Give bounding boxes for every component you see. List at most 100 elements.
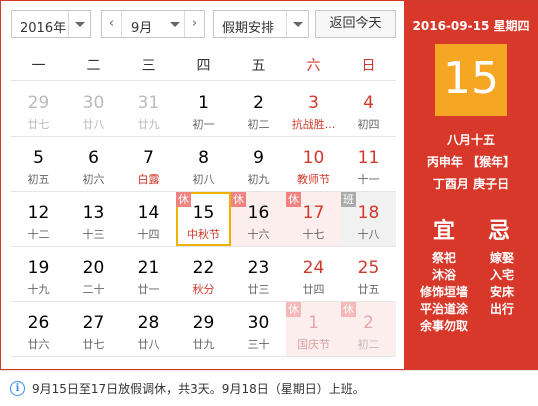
- lunar-label: 廿六: [27, 338, 50, 351]
- day-number: 9: [253, 148, 264, 168]
- big-day-number: 15: [443, 53, 499, 104]
- day-cell[interactable]: 11 十一: [341, 137, 396, 191]
- day-cell[interactable]: 1 初一: [176, 82, 231, 136]
- day-cell[interactable]: 3 抗战胜...: [286, 82, 341, 136]
- day-cell[interactable]: 休 16 十六: [231, 192, 286, 246]
- day-number: 2: [363, 313, 374, 333]
- yi-item: 平治道涂: [419, 302, 468, 316]
- day-number: 23: [247, 258, 270, 278]
- lunar-label: 廿七: [82, 338, 105, 351]
- day-cell[interactable]: 22 秋分: [176, 247, 231, 301]
- day-cell[interactable]: 29 廿九: [176, 302, 231, 356]
- lunar-label: 十二: [27, 228, 50, 241]
- day-cell[interactable]: 13 十三: [66, 192, 121, 246]
- row-divider: [11, 356, 396, 357]
- day-cell[interactable]: 23 廿三: [231, 247, 286, 301]
- day-cell[interactable]: 14 十四: [121, 192, 176, 246]
- day-number: 4: [363, 93, 374, 113]
- next-month-button[interactable]: ›: [184, 11, 204, 37]
- lunar-label: 初六: [82, 173, 105, 186]
- day-cell[interactable]: 5 初五: [11, 137, 66, 191]
- day-cell[interactable]: 休 2 初二: [341, 302, 396, 356]
- day-cell[interactable]: 10 教师节: [286, 137, 341, 191]
- ji-item: 出行: [489, 302, 514, 316]
- lunar-label: 廿七: [27, 118, 50, 131]
- calendar-main: 2016年 ‹ 9月 › 假期安排 返回今天 一二三四五六日 29 廿七 30 廿八 3…: [1, 1, 404, 369]
- lunar-label: 教师节: [297, 173, 330, 186]
- holiday-select[interactable]: 假期安排: [213, 10, 309, 38]
- day-cell[interactable]: 30 三十: [231, 302, 286, 356]
- day-number: 20: [82, 258, 105, 278]
- day-number: 16: [247, 203, 270, 223]
- lunar-label: 十八: [357, 228, 380, 241]
- day-cell[interactable]: 12 十二: [11, 192, 66, 246]
- calendar-grid: 29 廿七 30 廿八 31 廿九 1 初一 2 初二 3 抗战胜... 4 初四 5 初五 6 初六 7 白露 8 初八…: [11, 80, 396, 357]
- weekday-label: 日: [361, 58, 376, 74]
- prev-month-button[interactable]: ‹: [102, 11, 122, 37]
- lunar-label: 初二: [357, 338, 380, 351]
- lunar-label: 三十: [247, 338, 270, 351]
- lunar-label: 初五: [27, 173, 50, 186]
- day-cell[interactable]: 30 廿八: [66, 82, 121, 136]
- day-cell[interactable]: 28 廿八: [121, 302, 176, 356]
- day-cell[interactable]: 27 廿七: [66, 302, 121, 356]
- day-cell[interactable]: 19 十九: [11, 247, 66, 301]
- day-cell[interactable]: 6 初六: [66, 137, 121, 191]
- day-cell[interactable]: 7 白露: [121, 137, 176, 191]
- yi-item: 余事勿取: [419, 319, 468, 333]
- day-cell[interactable]: 2 初二: [231, 82, 286, 136]
- day-number: 18: [357, 203, 380, 223]
- day-cell[interactable]: 24 廿四: [286, 247, 341, 301]
- day-cell[interactable]: 4 初四: [341, 82, 396, 136]
- lunar-label: 初二: [247, 118, 270, 131]
- day-number: 25: [357, 258, 380, 278]
- lunar-label: 抗战胜...: [291, 118, 336, 131]
- back-to-today-button[interactable]: 返回今天: [315, 10, 396, 38]
- day-number: 27: [82, 313, 105, 333]
- day-number: 8: [198, 148, 209, 168]
- year-select-value: 2016年: [20, 21, 67, 36]
- month-select-value: 9月: [131, 21, 153, 36]
- lunar-label: 十六: [247, 228, 270, 241]
- day-cell-today[interactable]: 休 15 中秋节: [176, 192, 231, 246]
- day-cell[interactable]: 20 二十: [66, 247, 121, 301]
- day-cell[interactable]: 31 廿九: [121, 82, 176, 136]
- day-number: 13: [82, 203, 105, 223]
- day-cell[interactable]: 25 廿五: [341, 247, 396, 301]
- day-number: 28: [137, 313, 160, 333]
- day-cell[interactable]: 26 廿六: [11, 302, 66, 356]
- lunar-label: 廿四: [302, 283, 325, 296]
- day-number: 1: [308, 313, 319, 333]
- row-divider: [11, 80, 396, 81]
- day-cell[interactable]: 21 廿一: [121, 247, 176, 301]
- lunar-label: 十一: [357, 173, 380, 186]
- day-number: 14: [137, 203, 160, 223]
- weekday-label: 二: [86, 58, 101, 74]
- lunar-label: 十九: [27, 283, 50, 296]
- lunar-label: 廿八: [82, 118, 105, 131]
- yi-item: 修饰垣墙: [419, 285, 468, 299]
- ji-title: 忌: [487, 219, 510, 244]
- lunar-label: 初四: [357, 118, 380, 131]
- day-detail-panel: 2016-09-15 星期四 15 八月十五 丙申年 【猴年】 丁酉月 庚子日 …: [404, 1, 538, 369]
- day-cell[interactable]: 休 1 国庆节: [286, 302, 341, 356]
- day-number: 1: [198, 93, 209, 113]
- holiday-notice: i 9月15日至17日放假调休，共3天。9月18日（星期日）上班。: [0, 370, 538, 406]
- day-cell[interactable]: 班 18 十八: [341, 192, 396, 246]
- weekday-header: 一二三四五六日: [11, 52, 396, 80]
- day-cell[interactable]: 9 初九: [231, 137, 286, 191]
- chevron-down-icon: [286, 11, 308, 37]
- lunar-label: 廿五: [357, 283, 380, 296]
- month-select[interactable]: 9月: [122, 11, 184, 37]
- notice-text: 9月15日至17日放假调休，共3天。9月18日（星期日）上班。: [32, 382, 365, 396]
- weekday-label: 六: [306, 58, 321, 74]
- year-select[interactable]: 2016年: [11, 10, 91, 38]
- lunar-date: 八月十五: [446, 133, 495, 147]
- day-cell[interactable]: 29 廿七: [11, 82, 66, 136]
- ganzhi-year: 丙申年 【猴年】: [426, 155, 516, 169]
- day-number: 7: [143, 148, 154, 168]
- yi-title: 宜: [432, 219, 455, 244]
- weekday-label: 三: [141, 58, 156, 74]
- day-cell[interactable]: 8 初八: [176, 137, 231, 191]
- day-cell[interactable]: 休 17 十七: [286, 192, 341, 246]
